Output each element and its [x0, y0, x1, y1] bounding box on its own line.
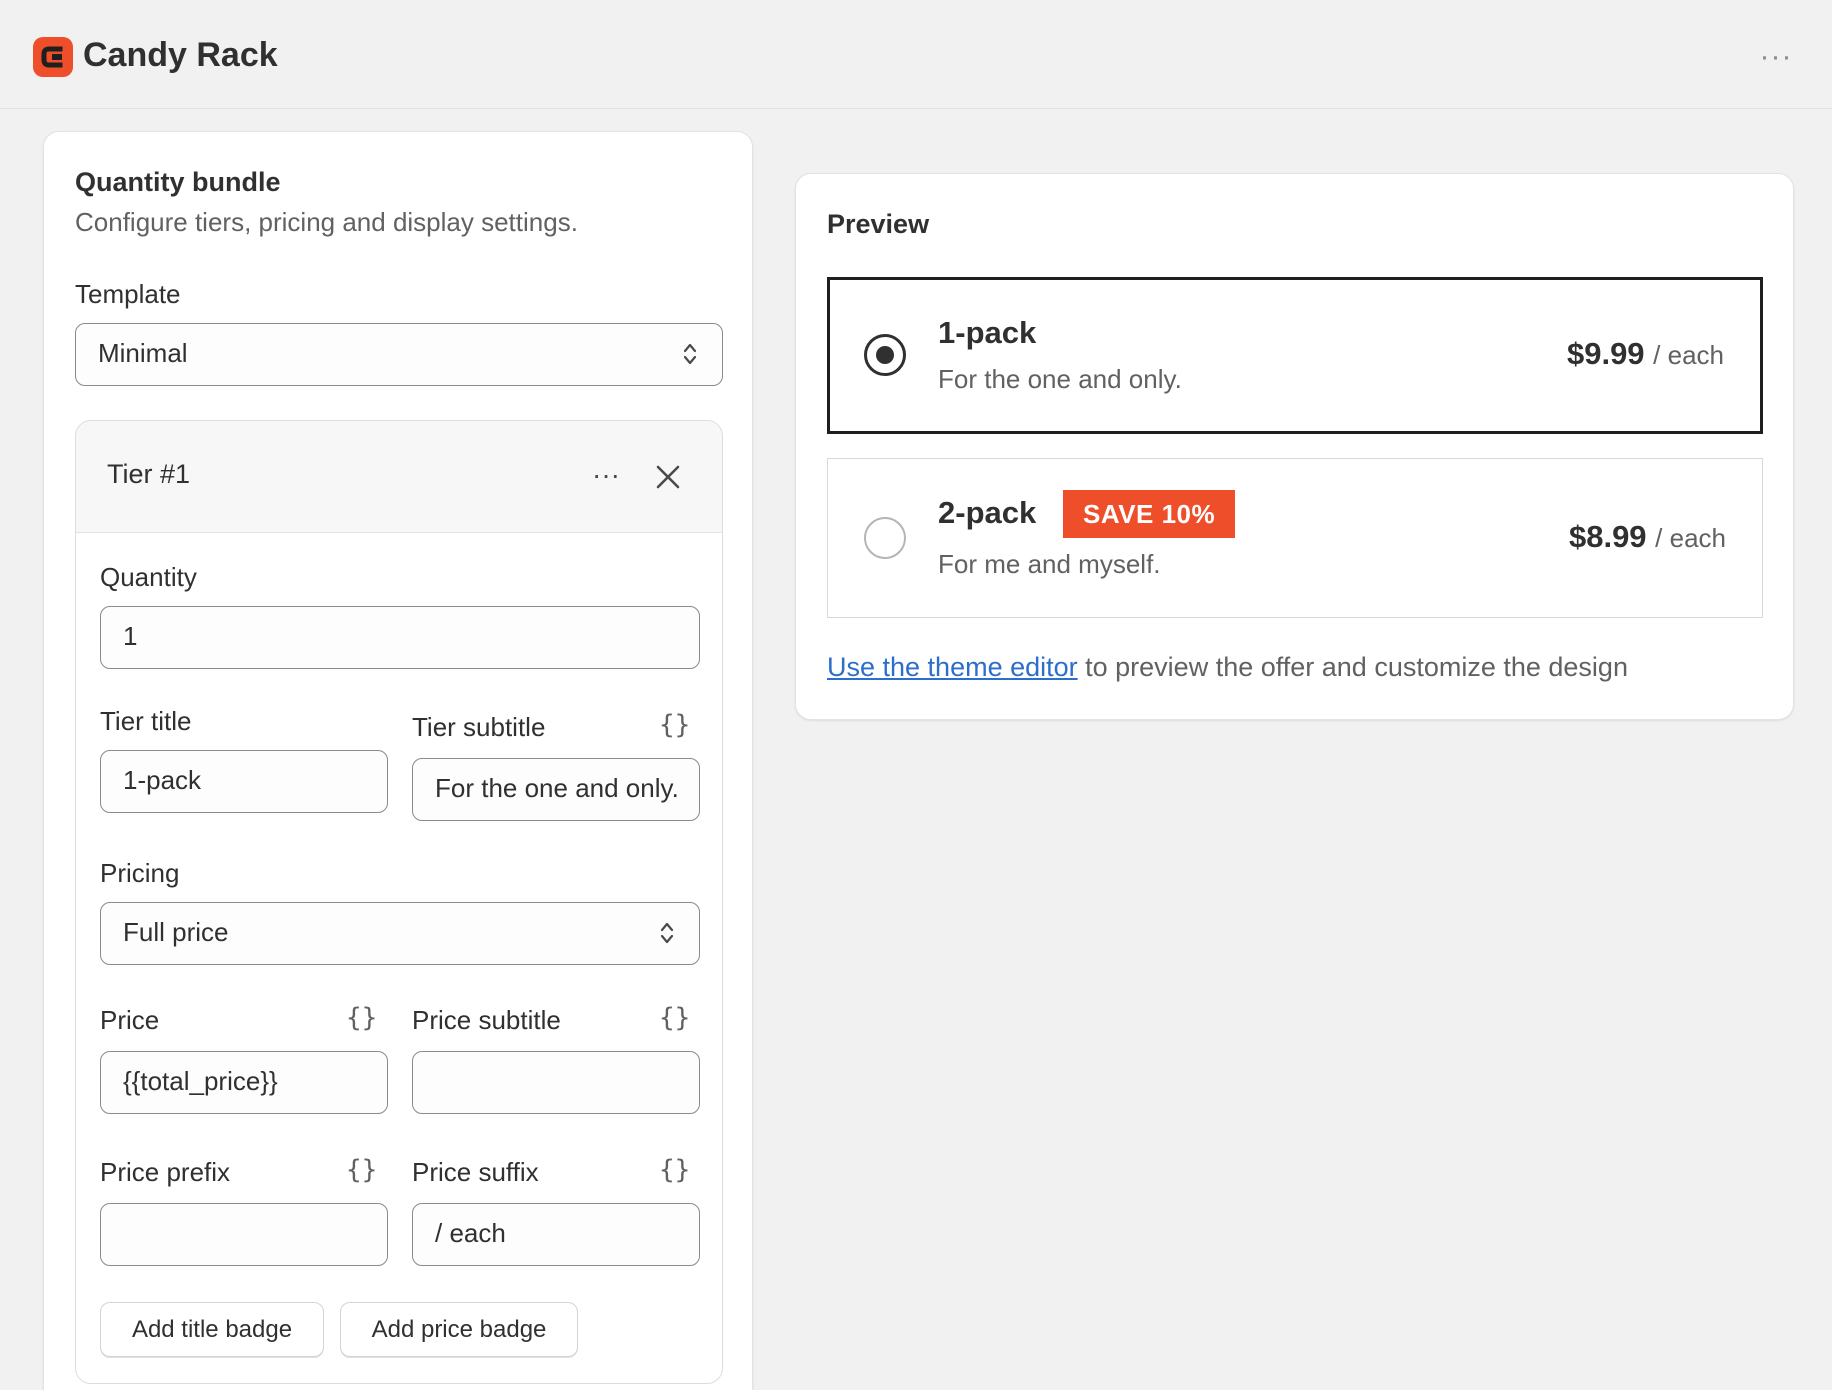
card-subtitle: Configure tiers, pricing and display set…	[75, 207, 578, 237]
tier-subtitle-input-value: For the one and only.	[435, 773, 679, 803]
theme-editor-link[interactable]: Use the theme editor	[827, 652, 1078, 682]
pricing-select-value: Full price	[123, 917, 229, 947]
tier-title-input-value: 1-pack	[123, 765, 202, 795]
quantity-bundle-card: Quantity bundle Configure tiers, pricing…	[43, 131, 753, 1390]
option-price-value: $9.99	[1566, 336, 1645, 371]
variables-braces-icon[interactable]: {}	[659, 1003, 690, 1033]
template-select[interactable]: Minimal	[75, 323, 723, 386]
select-arrows-icon	[660, 922, 674, 944]
radio-unselected-icon[interactable]	[864, 517, 906, 559]
option-title: 1-pack	[938, 315, 1037, 350]
app-title: Candy Rack	[83, 36, 278, 74]
preview-option-2[interactable]: 2-pack SAVE 10% For me and myself. $8.99…	[827, 458, 1763, 618]
variables-braces-icon[interactable]: {}	[346, 1003, 377, 1033]
tier-subtitle-label: Tier subtitle	[412, 712, 546, 742]
price-input-value: {{total_price}}	[123, 1066, 278, 1096]
option-price-suffix: / each	[1653, 340, 1724, 370]
price-subtitle-label: Price subtitle	[412, 1005, 561, 1035]
tier-title-label: Tier title	[100, 706, 192, 736]
ellipsis-icon: ···	[1759, 40, 1793, 73]
tier-card: Tier #1 ··· Quantity 1 Tier title 1-pack…	[75, 420, 723, 1384]
option-price-suffix: / each	[1655, 523, 1726, 553]
price-suffix-label: Price suffix	[412, 1157, 539, 1187]
price-suffix-input-value: / each	[435, 1218, 506, 1248]
preview-title: Preview	[827, 209, 930, 239]
ellipsis-icon: ···	[592, 459, 620, 490]
variables-braces-icon[interactable]: {}	[659, 1155, 690, 1185]
option-price: $9.99 / each	[1567, 336, 1724, 372]
top-bar: Candy Rack ···	[0, 0, 1832, 109]
tier-header: Tier #1 ···	[76, 421, 722, 533]
radio-selected-icon[interactable]	[864, 334, 906, 376]
add-title-badge-button[interactable]: Add title badge	[100, 1302, 324, 1357]
candy-rack-logo-icon	[33, 37, 73, 77]
add-price-badge-button[interactable]: Add price badge	[340, 1302, 578, 1357]
option-subtitle: For the one and only.	[938, 364, 1182, 394]
price-suffix-input[interactable]: / each	[412, 1203, 700, 1266]
option-subtitle: For me and myself.	[938, 549, 1161, 579]
card-title: Quantity bundle	[75, 167, 281, 197]
variables-braces-icon[interactable]: {}	[346, 1155, 377, 1185]
select-arrows-icon	[683, 343, 697, 365]
option-title: 2-pack	[938, 495, 1037, 530]
tier-title-input[interactable]: 1-pack	[100, 750, 388, 813]
close-icon	[656, 465, 680, 489]
pricing-label: Pricing	[100, 858, 180, 888]
preview-card: Preview 1-pack For the one and only. $9.…	[795, 173, 1794, 720]
price-prefix-label: Price prefix	[100, 1157, 231, 1187]
tier-more-button[interactable]: ···	[584, 455, 628, 495]
quantity-label: Quantity	[100, 562, 197, 592]
template-select-value: Minimal	[98, 338, 188, 368]
price-label: Price	[100, 1005, 160, 1035]
tier-close-button[interactable]	[648, 457, 688, 497]
price-prefix-input[interactable]	[100, 1203, 388, 1266]
preview-option-1[interactable]: 1-pack For the one and only. $9.99 / eac…	[827, 277, 1763, 434]
more-actions-button[interactable]: ···	[1755, 40, 1797, 74]
template-label: Template	[75, 279, 181, 309]
preview-footer: Use the theme editor to preview the offe…	[827, 652, 1628, 683]
save-badge: SAVE 10%	[1063, 490, 1236, 538]
price-input[interactable]: {{total_price}}	[100, 1051, 388, 1114]
quantity-input[interactable]: 1	[100, 606, 700, 669]
option-price-value: $8.99	[1568, 519, 1647, 554]
tier-header-title: Tier #1	[107, 459, 191, 489]
preview-footer-text: to preview the offer and customize the d…	[1077, 652, 1628, 682]
tier-subtitle-input[interactable]: For the one and only.	[412, 758, 700, 821]
pricing-select[interactable]: Full price	[100, 902, 700, 965]
option-price: $8.99 / each	[1569, 519, 1726, 555]
quantity-input-value: 1	[123, 621, 138, 651]
price-subtitle-input[interactable]	[412, 1051, 700, 1114]
variables-braces-icon[interactable]: {}	[659, 710, 690, 740]
